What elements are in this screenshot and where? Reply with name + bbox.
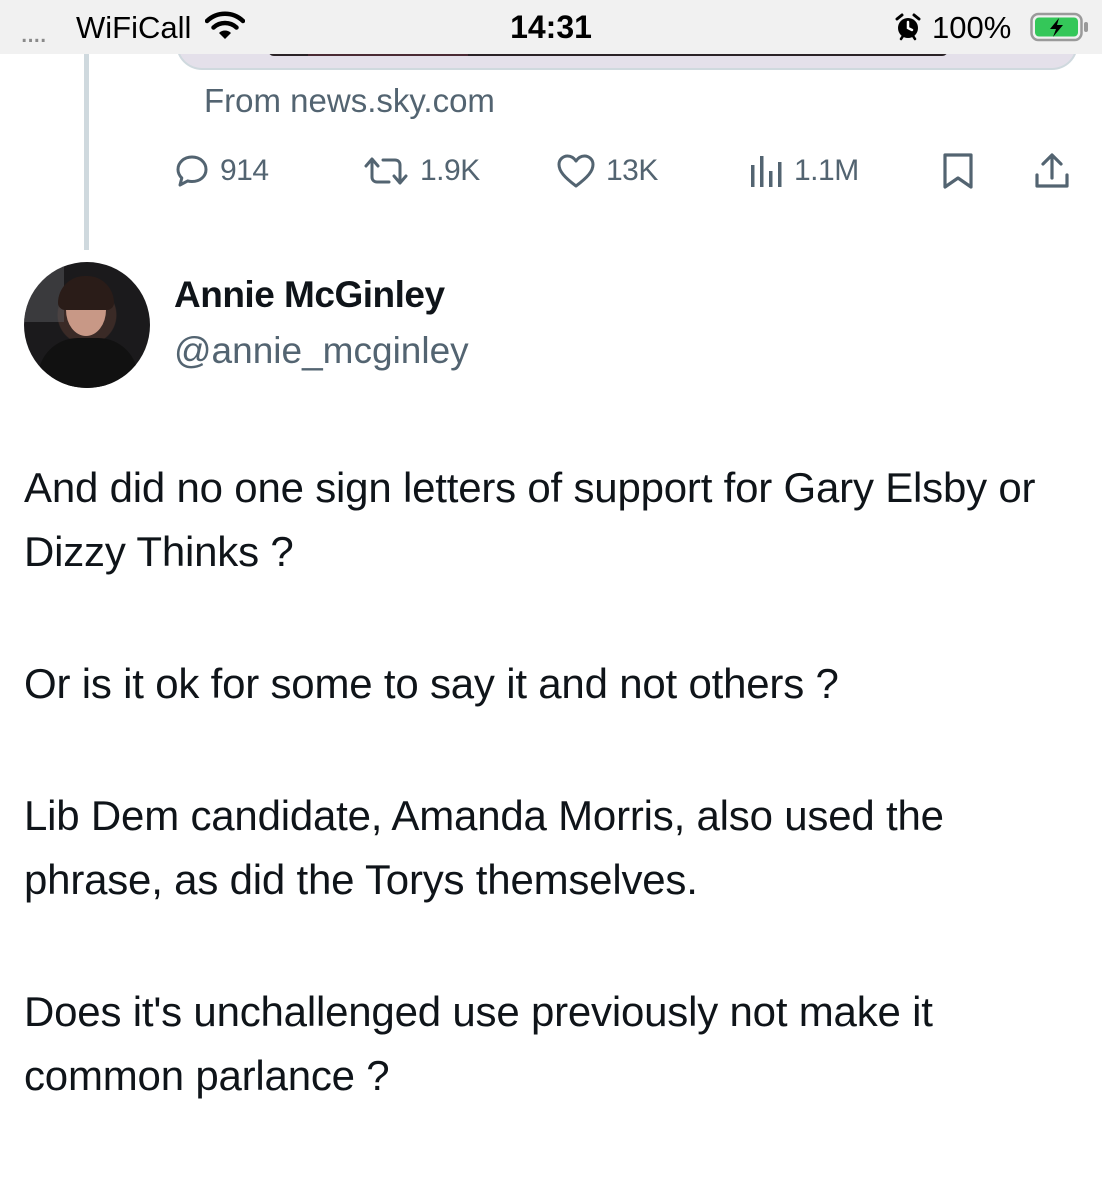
tweet-paragraph: Or is it ok for some to say it and not o… — [24, 660, 839, 707]
views-button[interactable]: 1.1M — [748, 146, 859, 196]
bookmark-button[interactable] — [940, 146, 976, 196]
like-button[interactable]: 13K — [556, 146, 658, 196]
battery-percentage: 100% — [932, 10, 1012, 45]
share-button[interactable] — [1032, 146, 1072, 196]
tweet-text: And did no one sign letters of support f… — [24, 456, 1089, 1176]
avatar[interactable] — [24, 262, 150, 388]
tweet-paragraph: And did no one sign letters of support f… — [24, 464, 1036, 575]
reply-button[interactable]: 914 — [174, 146, 269, 196]
repost-button[interactable]: 1.9K — [362, 146, 480, 196]
views-bar-chart-icon — [748, 153, 784, 189]
repost-count: 1.9K — [420, 154, 480, 187]
view-count: 1.1M — [794, 154, 859, 187]
link-source[interactable]: From news.sky.com — [204, 82, 495, 120]
tweet-paragraph: Lib Dem candidate, Amanda Morris, also u… — [24, 792, 944, 903]
bookmark-icon — [940, 151, 976, 191]
tweet-page: .... WiFiCall 14:31 100% From news.sky.c… — [0, 0, 1102, 1200]
author-name[interactable]: Annie McGinley — [174, 274, 445, 316]
share-icon — [1032, 151, 1072, 191]
battery-charging-icon — [1030, 12, 1090, 42]
like-count: 13K — [606, 154, 658, 187]
status-bar: .... WiFiCall 14:31 100% — [0, 0, 1102, 54]
alarm-icon — [893, 12, 923, 42]
tweet-paragraph: Does it's unchallenged use previously no… — [24, 988, 933, 1099]
author-handle[interactable]: @annie_mcginley — [174, 330, 469, 372]
reply-icon — [174, 153, 210, 189]
tweet-action-bar: 914 1.9K 13K 1.1M — [0, 146, 1102, 196]
repost-icon — [362, 153, 410, 189]
heart-icon — [556, 153, 596, 189]
reply-count: 914 — [220, 154, 269, 187]
